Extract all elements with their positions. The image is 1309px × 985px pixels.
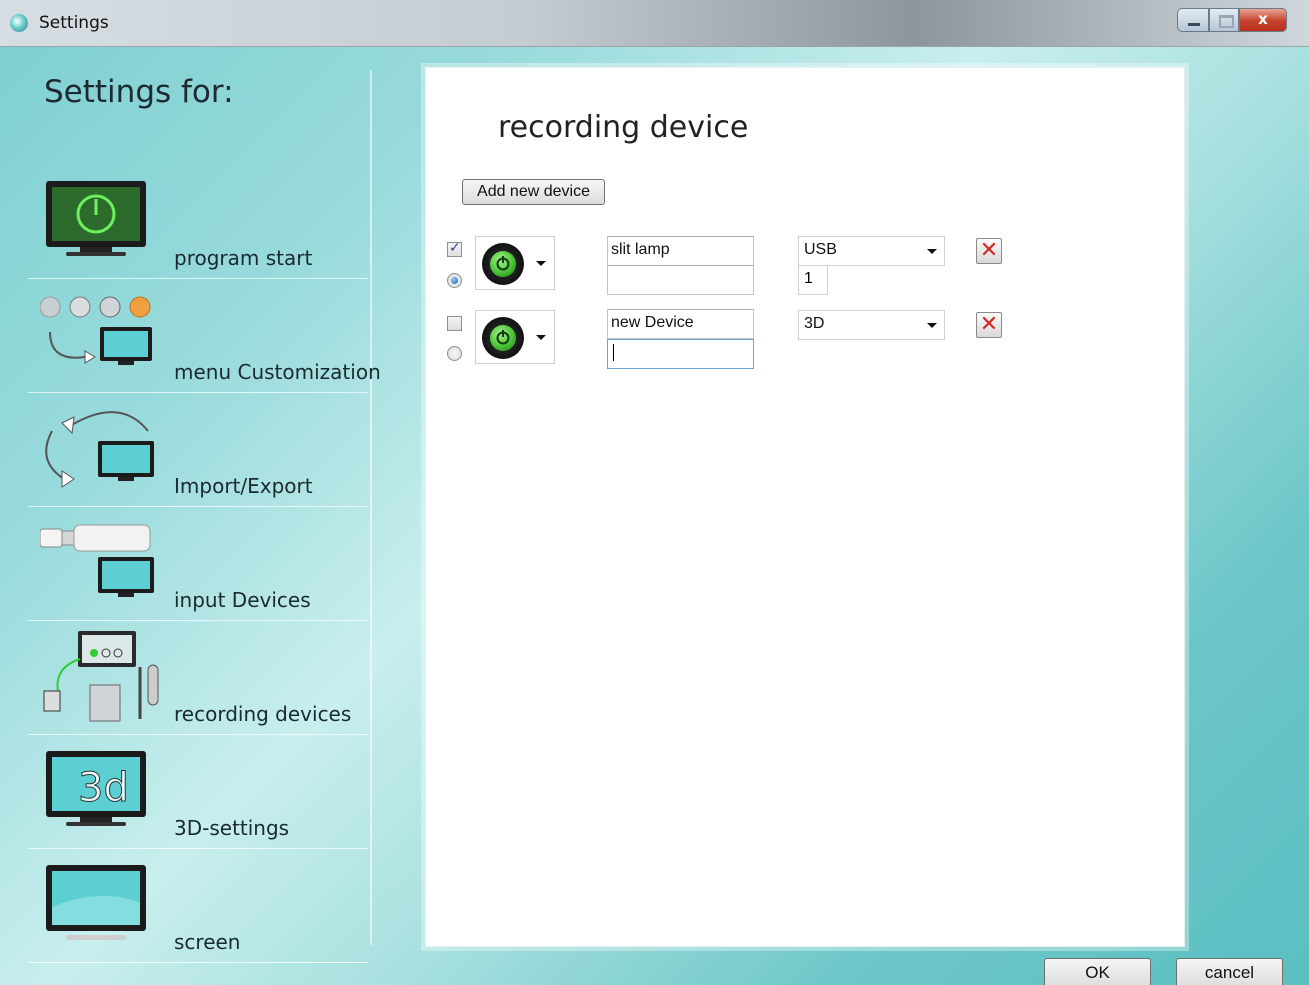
device-type-select[interactable]: 3D	[798, 310, 945, 340]
ok-button[interactable]: OK	[1044, 958, 1151, 985]
device-enabled-checkbox[interactable]	[447, 240, 462, 257]
sidebar-divider	[370, 70, 372, 945]
device-index-input[interactable]: 1	[798, 265, 828, 295]
slit-lamp-recording-icon	[43, 631, 159, 722]
monitor-screen-icon	[46, 865, 146, 940]
nav-label: recording devices	[174, 702, 352, 726]
maximize-button[interactable]	[1209, 8, 1239, 32]
nav-item-input-devices[interactable]: input Devices	[28, 507, 368, 621]
settings-window: Settings x Settings for: program start m…	[0, 0, 1309, 985]
window-title: Settings	[39, 13, 109, 33]
device-default-radio[interactable]	[447, 273, 462, 288]
menu-customization-icon	[40, 296, 152, 365]
device-type-value: USB	[804, 241, 837, 258]
device-type-value: 3D	[804, 315, 825, 332]
close-icon: ✕	[979, 238, 999, 263]
nav-label: Import/Export	[174, 474, 313, 498]
nav-item-import-export[interactable]: Import/Export	[28, 393, 368, 507]
device-name-input[interactable]: slit lamp	[607, 236, 754, 266]
nav-label: input Devices	[174, 588, 311, 612]
close-icon: x	[1258, 10, 1268, 28]
minimize-button[interactable]	[1177, 8, 1209, 32]
device-name-input[interactable]: new Device	[607, 309, 754, 339]
device-default-radio[interactable]	[447, 346, 462, 361]
panel-title: recording device	[498, 110, 749, 145]
chevron-down-icon	[927, 323, 937, 328]
svg-text:3d: 3d	[78, 765, 129, 811]
chevron-down-icon	[536, 261, 546, 266]
nav-item-screen[interactable]: screen	[28, 849, 368, 963]
device-icon-dropdown[interactable]	[475, 236, 555, 290]
power-icon	[482, 243, 524, 285]
chevron-down-icon	[927, 249, 937, 254]
title-bar: Settings x	[0, 0, 1309, 47]
delete-device-button[interactable]: ✕	[976, 312, 1002, 338]
window-controls: x	[1177, 8, 1287, 34]
monitor-3d-icon: 3d	[46, 751, 146, 826]
cancel-button[interactable]: cancel	[1176, 958, 1283, 985]
delete-device-button[interactable]: ✕	[976, 238, 1002, 264]
nav-item-program-start[interactable]: program start	[28, 165, 368, 279]
nav-item-menu-customization[interactable]: menu Customization	[28, 279, 381, 393]
nav-label: menu Customization	[174, 360, 381, 384]
power-icon	[482, 317, 524, 359]
chevron-down-icon	[536, 335, 546, 340]
close-icon: ✕	[979, 312, 999, 337]
add-new-device-button[interactable]: Add new device	[462, 179, 605, 205]
nav-label: screen	[174, 930, 241, 954]
nav-item-3d-settings[interactable]: 3d 3D-settings	[28, 735, 368, 849]
device-type-select[interactable]: USB	[798, 236, 945, 266]
settings-panel: recording device Add new device slit lam…	[425, 67, 1185, 947]
settings-nav: program start menu Customization Import/…	[28, 165, 381, 963]
app-icon	[10, 14, 28, 32]
sidebar-title: Settings for:	[44, 74, 234, 110]
usb-stick-monitor-icon	[40, 524, 154, 597]
nav-label: 3D-settings	[174, 816, 290, 840]
monitor-power-icon	[46, 181, 146, 256]
text-caret	[613, 344, 614, 362]
nav-item-recording-devices[interactable]: recording devices	[28, 621, 368, 735]
nav-label: program start	[174, 246, 313, 270]
device-name2-input[interactable]	[607, 265, 754, 295]
device-name2-input[interactable]	[607, 339, 754, 369]
device-enabled-checkbox[interactable]	[447, 316, 462, 331]
close-button[interactable]: x	[1239, 8, 1287, 32]
device-icon-dropdown[interactable]	[475, 310, 555, 364]
import-export-icon	[45, 411, 154, 488]
